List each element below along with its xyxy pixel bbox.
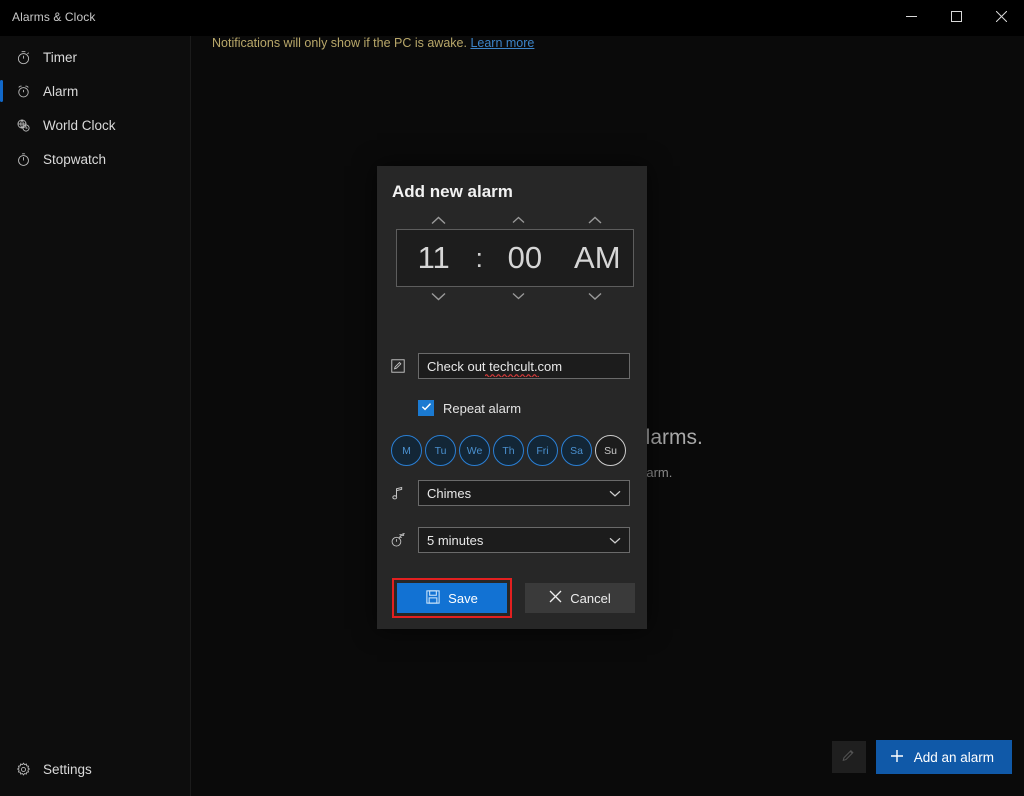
snooze-row: 5 minutes [377, 527, 647, 553]
plus-icon [890, 749, 904, 766]
notification-text: Notifications will only show if the PC i… [212, 36, 467, 50]
close-x-icon [549, 590, 562, 606]
period-down-chevron-down-icon[interactable] [556, 287, 634, 305]
alarm-name-row [377, 353, 647, 379]
minute-down-chevron-down-icon[interactable] [480, 287, 556, 305]
gear-icon [10, 762, 36, 777]
sidebar-item-stopwatch[interactable]: Stopwatch [0, 142, 191, 176]
snooze-value: 5 minutes [427, 533, 483, 548]
maximize-icon[interactable] [934, 0, 979, 32]
snooze-icon [377, 533, 418, 548]
sidebar-item-label: Settings [43, 762, 92, 777]
day-toggle-sunday[interactable]: Su [595, 435, 626, 466]
globe-icon [10, 118, 36, 133]
alarm-name-input[interactable] [418, 353, 630, 379]
repeat-alarm-checkbox[interactable] [418, 400, 434, 416]
cancel-button[interactable]: Cancel [525, 583, 635, 613]
music-note-icon [377, 486, 418, 501]
add-alarm-button[interactable]: Add an alarm [876, 740, 1012, 774]
sidebar-settings-group: Settings [0, 752, 191, 786]
day-toggle-monday[interactable]: M [391, 435, 422, 466]
sidebar-nav: Timer Alarm [0, 40, 191, 176]
repeat-alarm-row[interactable]: Repeat alarm [418, 400, 521, 416]
day-toggle-tuesday[interactable]: Tu [425, 435, 456, 466]
checkmark-icon [421, 399, 432, 417]
minute-up-chevron-up-icon[interactable] [480, 211, 556, 229]
save-button[interactable]: Save [397, 583, 507, 613]
save-button-highlight: Save [392, 578, 512, 618]
chevron-down-icon [609, 486, 621, 501]
save-disk-icon [426, 590, 440, 607]
period-up-chevron-up-icon[interactable] [556, 211, 634, 229]
minimize-icon[interactable] [889, 0, 934, 32]
add-new-alarm-dialog: Add new alarm 11 : 00 AM [377, 166, 647, 629]
edit-alarms-button[interactable] [832, 741, 866, 773]
period-value[interactable]: AM [562, 240, 633, 276]
day-toggle-friday[interactable]: Fri [527, 435, 558, 466]
sidebar-item-settings[interactable]: Settings [0, 752, 191, 786]
add-alarm-label: Add an alarm [914, 750, 994, 765]
sidebar-item-label: Alarm [43, 84, 78, 99]
notification-banner: Notifications will only show if the PC i… [212, 36, 534, 50]
alarm-sound-value: Chimes [427, 486, 471, 501]
sidebar-item-label: World Clock [43, 118, 116, 133]
edit-name-icon [377, 359, 418, 373]
sidebar-item-alarm[interactable]: Alarm [0, 74, 191, 108]
title-bar: Alarms & Clock [0, 0, 1024, 36]
hour-down-chevron-down-icon[interactable] [396, 287, 480, 305]
close-icon[interactable] [979, 0, 1024, 32]
dialog-title: Add new alarm [392, 182, 513, 202]
time-decrement-row [396, 287, 634, 305]
sidebar-item-label: Timer [43, 50, 77, 65]
alarm-clock-icon [10, 84, 36, 99]
sidebar-item-label: Stopwatch [43, 152, 106, 167]
app-title: Alarms & Clock [12, 10, 95, 24]
sidebar-item-world-clock[interactable]: World Clock [0, 108, 191, 142]
repeat-alarm-label: Repeat alarm [443, 401, 521, 416]
minute-value[interactable]: 00 [488, 240, 561, 276]
chevron-down-icon [609, 533, 621, 548]
time-display[interactable]: 11 : 00 AM [396, 229, 634, 287]
pencil-icon [841, 748, 856, 766]
time-separator: : [470, 243, 488, 274]
alarm-name-field-wrap [418, 353, 630, 379]
alarms-and-clock-app: Alarms & Clock Timer [0, 0, 1024, 796]
save-button-label: Save [448, 591, 478, 606]
sidebar-item-timer[interactable]: Timer [0, 40, 191, 74]
day-of-week-selector: M Tu We Th Fri Sa Su [391, 435, 626, 466]
timer-icon [10, 50, 36, 65]
stopwatch-icon [10, 152, 36, 167]
time-picker: 11 : 00 AM [396, 211, 634, 306]
day-toggle-saturday[interactable]: Sa [561, 435, 592, 466]
snooze-select[interactable]: 5 minutes [418, 527, 630, 553]
cancel-button-label: Cancel [570, 591, 610, 606]
learn-more-link[interactable]: Learn more [470, 36, 534, 50]
dialog-actions: Save Cancel [392, 578, 635, 618]
day-toggle-wednesday[interactable]: We [459, 435, 490, 466]
alarm-sound-row: Chimes [377, 480, 647, 506]
alarm-sound-select[interactable]: Chimes [418, 480, 630, 506]
day-toggle-thursday[interactable]: Th [493, 435, 524, 466]
hour-up-chevron-up-icon[interactable] [396, 211, 480, 229]
hour-value[interactable]: 11 [397, 240, 470, 276]
bottom-command-bar: Add an alarm [832, 740, 1012, 774]
window-controls [889, 0, 1024, 32]
time-increment-row [396, 211, 634, 229]
sidebar: Timer Alarm [0, 0, 191, 796]
